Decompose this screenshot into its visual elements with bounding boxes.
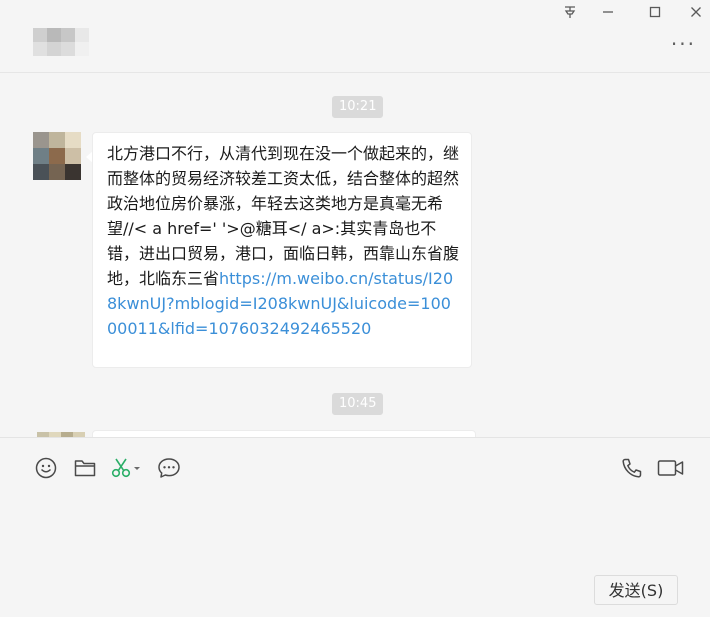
close-icon[interactable] [677,0,710,24]
message-bubble[interactable] [92,430,476,437]
video-icon[interactable] [656,455,686,481]
phone-icon[interactable] [619,455,645,481]
more-options-button[interactable]: ··· [671,34,696,54]
chat-bubble-icon[interactable] [156,455,182,481]
contact-name-blurred [33,28,97,64]
maximize-icon[interactable] [636,0,674,24]
message-text: 北方港口不行，从清代到现在没一个做起来的，继而整体的贸易经济较差工资太低，结合整… [107,144,460,288]
minimize-icon[interactable] [589,0,627,24]
folder-icon[interactable] [72,455,98,481]
pin-icon[interactable] [551,0,589,24]
scissors-icon[interactable] [110,455,144,481]
send-button[interactable]: 发送(S) [594,575,678,605]
message-input[interactable] [20,490,690,570]
message-timestamp: 10:21 [332,96,384,118]
message-bubble[interactable]: 北方港口不行，从清代到现在没一个做起来的，继而整体的贸易经济较差工资太低，结合整… [92,132,472,368]
composer-divider [0,437,710,438]
message-timestamp: 10:45 [332,393,384,415]
avatar[interactable] [33,132,81,180]
emoji-icon[interactable] [33,455,59,481]
message-list[interactable]: 10:21 北方港口不行，从清代到现在没一个做起来的，继而整体的贸易经济较差工资… [0,73,710,437]
